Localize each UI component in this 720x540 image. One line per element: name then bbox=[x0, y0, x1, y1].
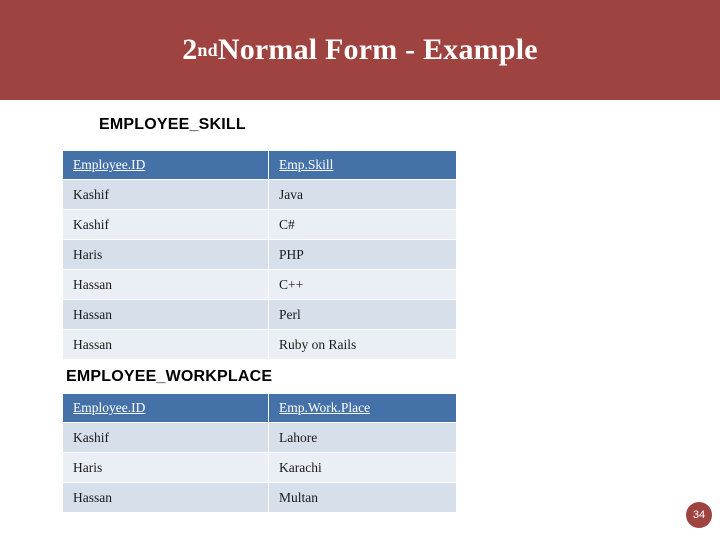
column-header-emp-work-place: Emp.Work.Place bbox=[268, 393, 457, 423]
column-header-employee-id: Employee.ID bbox=[62, 393, 269, 423]
cell-emp-work-place: Karachi bbox=[268, 452, 457, 483]
column-header-employee-id: Employee.ID bbox=[62, 150, 269, 180]
page-title-prefix: 2 bbox=[182, 33, 198, 66]
table-row: Kashif C# bbox=[62, 209, 457, 240]
table-row: Haris PHP bbox=[62, 239, 457, 270]
table-header-row: Employee.ID Emp.Skill bbox=[62, 150, 457, 180]
page-title-rest: Normal Form - Example bbox=[217, 33, 538, 66]
table-row: Hassan Ruby on Rails bbox=[62, 329, 457, 360]
slide: 2nd Normal Form - Example EMPLOYEE_SKILL… bbox=[0, 0, 720, 540]
cell-employee-id: Hassan bbox=[62, 329, 269, 360]
table-employee-workplace: Employee.ID Emp.Work.Place Kashif Lahore… bbox=[62, 393, 457, 513]
page-title: 2nd Normal Form - Example bbox=[182, 33, 538, 66]
cell-emp-work-place: Multan bbox=[268, 482, 457, 513]
cell-emp-skill: PHP bbox=[268, 239, 457, 270]
cell-emp-skill: Perl bbox=[268, 299, 457, 330]
table-row: Hassan Perl bbox=[62, 299, 457, 330]
cell-employee-id: Haris bbox=[62, 239, 269, 270]
table-header-row: Employee.ID Emp.Work.Place bbox=[62, 393, 457, 423]
cell-emp-skill: C# bbox=[268, 209, 457, 240]
cell-employee-id: Hassan bbox=[62, 269, 269, 300]
cell-emp-skill: C++ bbox=[268, 269, 457, 300]
table-row: Hassan C++ bbox=[62, 269, 457, 300]
table-row: Haris Karachi bbox=[62, 452, 457, 483]
cell-employee-id: Haris bbox=[62, 452, 269, 483]
cell-employee-id: Hassan bbox=[62, 299, 269, 330]
cell-employee-id: Hassan bbox=[62, 482, 269, 513]
cell-emp-skill: Java bbox=[268, 179, 457, 210]
cell-employee-id: Kashif bbox=[62, 209, 269, 240]
table-row: Kashif Lahore bbox=[62, 422, 457, 453]
column-header-emp-skill: Emp.Skill bbox=[268, 150, 457, 180]
cell-employee-id: Kashif bbox=[62, 179, 269, 210]
cell-employee-id: Kashif bbox=[62, 422, 269, 453]
heading-employee-workplace: EMPLOYEE_WORKPLACE bbox=[66, 368, 273, 385]
table-row: Kashif Java bbox=[62, 179, 457, 210]
cell-emp-work-place: Lahore bbox=[268, 422, 457, 453]
heading-employee-skill: EMPLOYEE_SKILL bbox=[99, 116, 246, 133]
cell-emp-skill: Ruby on Rails bbox=[268, 329, 457, 360]
page-number-badge: 34 bbox=[686, 502, 712, 528]
table-row: Hassan Multan bbox=[62, 482, 457, 513]
table-employee-skill: Employee.ID Emp.Skill Kashif Java Kashif… bbox=[62, 150, 457, 360]
